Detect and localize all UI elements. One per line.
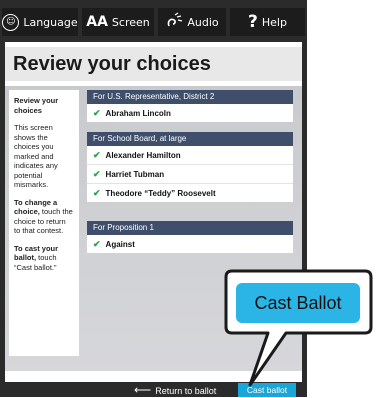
callout-cast-ballot: Cast Ballot	[236, 283, 360, 323]
callout-bubble	[224, 269, 373, 387]
